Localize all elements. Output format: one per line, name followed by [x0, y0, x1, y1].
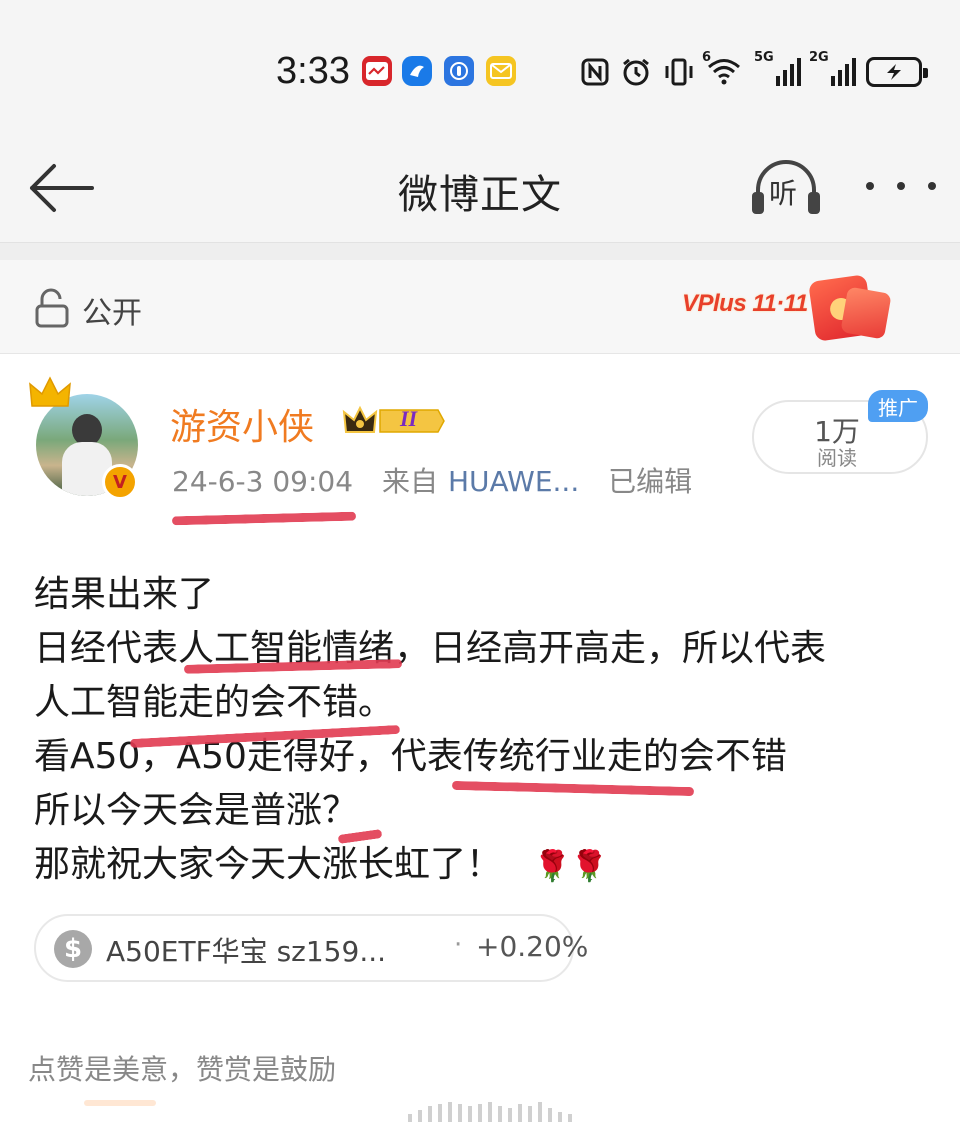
listen-button[interactable]: 听	[748, 152, 824, 228]
nav-bar: 微博正文 听	[0, 140, 960, 242]
vplus-banner-text: VPlus 11·11	[682, 290, 808, 317]
post-line: 日经代表人工智能情绪，日经高开高走，所以代表	[34, 628, 827, 669]
stock-name: A50ETF华宝 sz159...	[106, 935, 387, 968]
vibrate-icon	[665, 58, 693, 86]
battery-icon	[866, 57, 928, 87]
more-button[interactable]	[866, 166, 936, 206]
crown-icon	[29, 376, 71, 407]
post-line: 人工智能走的会不错。	[34, 682, 395, 723]
red-packet-icon	[840, 286, 892, 340]
mail-app-icon	[486, 56, 516, 86]
vplus-promo-banner[interactable]: VPlus 11·11	[676, 268, 906, 346]
wifi-6-label: 6	[702, 50, 712, 65]
stock-separator: ·	[454, 930, 463, 960]
hand-app-icon	[444, 56, 474, 86]
audio-waveform	[408, 1102, 572, 1122]
rose-emoji: 🌹🌹	[533, 849, 609, 884]
system-icons: 6 5G 2G	[580, 50, 928, 94]
more-dot-icon	[897, 182, 905, 190]
signal-5g-icon: 5G	[754, 50, 801, 86]
status-time: 3:33	[276, 50, 350, 92]
status-bar: 3:33 6 5G 2G	[0, 0, 960, 140]
reward-indicator	[84, 1100, 156, 1106]
member-badge[interactable]: II	[342, 404, 446, 438]
section-divider	[0, 242, 960, 260]
stock-chip[interactable]: $ A50ETF华宝 sz159... · +0.20%	[34, 914, 588, 982]
edited-label[interactable]: 已编辑	[608, 465, 692, 498]
dollar-icon: $	[54, 930, 92, 968]
reward-note: 点赞是美意，赞赏是鼓励	[28, 1053, 337, 1086]
crown-member-icon	[342, 405, 445, 433]
signal-2g-label: 2G	[809, 50, 829, 65]
vip-badge: V	[102, 464, 138, 500]
lock-icon	[35, 288, 69, 328]
post-line: 结果出来了	[34, 574, 215, 615]
more-dot-icon	[928, 182, 936, 190]
visibility-row: 公开 VPlus 11·11	[0, 260, 960, 354]
post-line-last: 那就祝大家今天大涨长虹了！ 🌹🌹	[34, 838, 934, 894]
promo-tag: 推广	[868, 390, 928, 422]
more-dot-icon	[866, 182, 874, 190]
news-app-icon	[362, 56, 392, 86]
signal-2g-icon: 2G	[809, 50, 856, 86]
post-meta: 24-6-3 09:04 来自 HUAWE... 已编辑	[172, 460, 692, 500]
post-body: 结果出来了 日经代表人工智能情绪，日经高开高走，所以代表 人工智能走的会不错。 …	[34, 568, 934, 894]
visibility-label: 公开	[82, 296, 142, 331]
wifi-icon: 6	[702, 50, 742, 86]
stock-change: +0.20%	[476, 930, 589, 963]
source-link[interactable]: HUAWE...	[448, 465, 579, 498]
read-label: 阅读	[817, 446, 857, 470]
nfc-icon	[581, 58, 609, 86]
username[interactable]: 游资小侠	[170, 398, 314, 450]
source-prefix: 来自	[381, 465, 438, 498]
listen-label: 听	[769, 177, 798, 210]
post-line: 那就祝大家今天大涨长虹了！	[34, 844, 503, 885]
alarm-icon	[623, 58, 649, 86]
annotation-underline	[171, 511, 357, 526]
post-timestamp: 24-6-3 09:04	[172, 465, 354, 498]
post-line: 所以今天会是普涨？	[34, 790, 359, 831]
member-level: II	[400, 406, 418, 431]
signal-5g-label: 5G	[754, 50, 774, 65]
browser-app-icon	[402, 56, 432, 86]
